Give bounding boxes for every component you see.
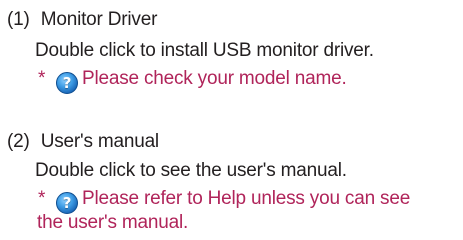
item-1-note-text: Please check your model name. — [82, 68, 347, 89]
item-1-description: Double click to install USB monitor driv… — [35, 40, 374, 61]
item-1-number: (1) — [7, 9, 30, 30]
item-1-note: *? Please check your model name. — [38, 68, 347, 94]
item-2-note-text: Please refer to Help unless you can see — [82, 188, 411, 209]
help-question-icon: ? — [56, 192, 78, 214]
item-2-heading: (2) User's manual — [7, 131, 159, 153]
item-2-note-continuation: the user's manual. — [37, 212, 189, 233]
note-asterisk: * — [38, 188, 46, 209]
item-1-title: Monitor Driver — [40, 9, 158, 30]
item-2-number: (2) — [7, 131, 30, 152]
item-1-heading: (1) Monitor Driver — [7, 9, 157, 31]
help-question-icon: ? — [56, 72, 78, 94]
note-asterisk: * — [38, 68, 46, 89]
item-2-description: Double click to see the user's manual. — [35, 160, 347, 181]
item-2-note: *? Please refer to Help unless you can se… — [38, 188, 410, 214]
item-2-title: User's manual — [40, 131, 159, 152]
